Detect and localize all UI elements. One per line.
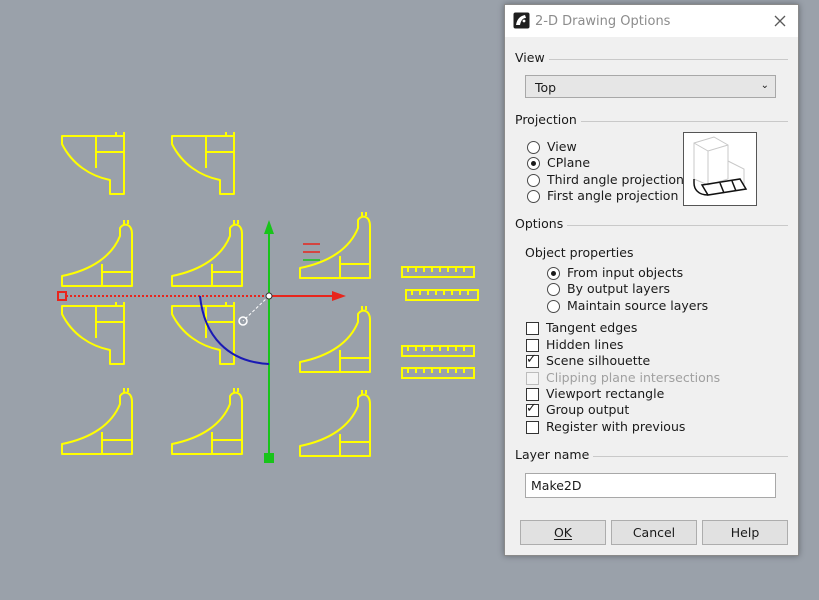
checkbox-label: Scene silhouette	[546, 353, 651, 368]
y-scale-handle[interactable]	[264, 453, 274, 463]
chevron-down-icon: ⌄	[760, 80, 769, 91]
part-shape[interactable]	[61, 131, 125, 195]
radio-label: View	[547, 139, 577, 154]
checkbox-box[interactable]	[526, 339, 539, 352]
object-properties-label: Object properties	[525, 245, 634, 260]
part-shape[interactable]	[61, 387, 133, 455]
part-shape[interactable]	[61, 301, 125, 365]
rail-shape[interactable]	[401, 266, 475, 278]
part-shape[interactable]	[171, 131, 235, 195]
checkbox-box[interactable]: ✓	[526, 401, 539, 417]
radio-button[interactable]	[547, 283, 560, 296]
close-icon[interactable]	[768, 9, 792, 33]
projection-section-header: Projection	[515, 113, 788, 127]
help-button[interactable]: Help	[702, 520, 788, 545]
radio-label: First angle projection	[547, 188, 679, 203]
checkbox-label: Hidden lines	[546, 337, 624, 352]
y-axis-arrow-icon[interactable]	[264, 220, 274, 234]
checkbox-label: Clipping plane intersections	[546, 370, 721, 385]
options-section-label: Options	[515, 217, 568, 231]
layer-name-label: Layer name	[515, 448, 594, 462]
radio-button[interactable]	[547, 300, 560, 313]
gumball-widget[interactable]	[57, 220, 346, 463]
radio-button[interactable]	[547, 267, 560, 280]
projection-preview-image	[683, 132, 757, 206]
dialog-title: 2-D Drawing Options	[535, 14, 671, 29]
checkbox-box[interactable]	[526, 388, 539, 401]
rhino-logo-icon	[513, 12, 530, 29]
radio-label: By output layers	[567, 281, 671, 296]
checkbox-box[interactable]	[526, 322, 539, 335]
checkbox-box	[526, 372, 539, 385]
part-shape[interactable]	[171, 219, 243, 287]
view-dropdown-value: Top	[535, 80, 557, 95]
part-shape[interactable]	[299, 305, 371, 373]
radius-line	[242, 295, 270, 322]
view-section-header: View	[515, 51, 788, 65]
part-shape[interactable]	[61, 219, 133, 287]
rail-shape[interactable]	[405, 289, 479, 301]
dialog-titlebar[interactable]: 2-D Drawing Options	[505, 5, 798, 37]
checkbox-box[interactable]: ✓	[526, 352, 539, 368]
checkbox-label: Register with previous	[546, 419, 686, 434]
radio-label: From input objects	[567, 265, 684, 280]
radio-label: CPlane	[547, 155, 591, 170]
cancel-button-label: Cancel	[632, 525, 676, 540]
help-button-label: Help	[730, 525, 760, 540]
radio-button[interactable]	[527, 190, 540, 203]
radio-button[interactable]	[527, 141, 540, 154]
layer-name-input[interactable]	[531, 478, 761, 493]
x-axis-arrow-icon[interactable]	[332, 291, 346, 301]
checkmark-icon: ✓	[526, 401, 537, 416]
radio-button[interactable]	[527, 157, 540, 170]
layer-name-section-header: Layer name	[515, 448, 788, 462]
view-dropdown[interactable]: Top ⌄	[525, 75, 776, 98]
checkbox-label: Viewport rectangle	[546, 386, 665, 401]
cancel-button[interactable]: Cancel	[611, 520, 697, 545]
part-shape[interactable]	[171, 387, 243, 455]
part-shape[interactable]	[299, 389, 371, 457]
rail-shape[interactable]	[401, 367, 475, 379]
checkbox-box[interactable]	[526, 421, 539, 434]
layer-name-field[interactable]	[525, 473, 776, 498]
checkbox-label: Group output	[546, 402, 630, 417]
radio-label: Third angle projection	[547, 172, 684, 187]
part-shape[interactable]	[299, 211, 371, 279]
projection-cube-icon	[693, 136, 748, 196]
rail-shape[interactable]	[401, 345, 475, 357]
options-section-header: Options	[515, 217, 788, 231]
ok-button-label: OK	[553, 525, 573, 540]
checkbox-label: Tangent edges	[546, 320, 638, 335]
radio-button[interactable]	[527, 174, 540, 187]
view-section-label: View	[515, 51, 549, 65]
gumball-origin[interactable]	[265, 292, 273, 300]
drawing-options-dialog: 2-D Drawing Options View Top ⌄ Projectio…	[504, 4, 799, 556]
projection-section-label: Projection	[515, 113, 581, 127]
checkmark-icon: ✓	[526, 352, 537, 367]
ok-button[interactable]: OK	[520, 520, 606, 545]
x-scale-handle[interactable]	[57, 291, 67, 301]
radio-label: Maintain source layers	[567, 298, 709, 313]
